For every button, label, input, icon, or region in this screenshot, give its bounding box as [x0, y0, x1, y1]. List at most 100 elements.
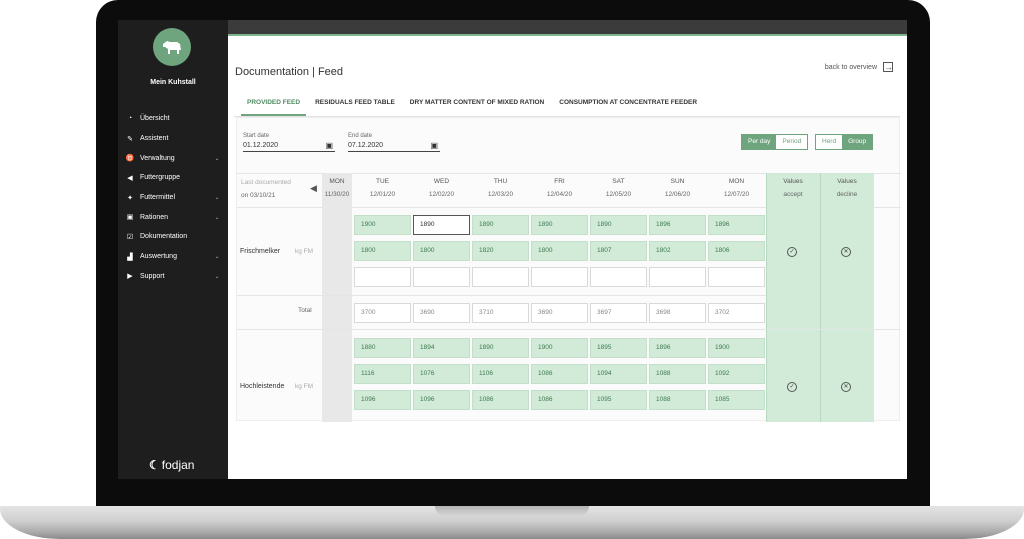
feed-value-input[interactable]: 1802 [649, 241, 706, 261]
feed-value-input[interactable] [531, 267, 588, 287]
feed-value-input[interactable]: 1890 [472, 215, 529, 235]
scope-button-group[interactable]: Group [842, 135, 873, 149]
cow-avatar-icon [163, 41, 181, 54]
total-value: 3702 [708, 303, 765, 323]
chevron-down-icon[interactable]: ⌄ [212, 194, 222, 201]
chevron-down-icon[interactable]: ⌄ [212, 273, 222, 280]
last-documented-text: Last documented [241, 179, 291, 186]
tab-consumption-at-concentrate-feeder[interactable]: CONSUMPTION AT CONCENTRATE FEEDER [553, 94, 703, 116]
feed-value-input[interactable]: 1880 [354, 338, 411, 358]
sidebar-item-futtergruppe[interactable]: ◀ Futtergruppe [124, 168, 222, 188]
feed-value-input[interactable]: 1896 [649, 215, 706, 235]
sidebar-item-übersicht[interactable]: ◔ Übersicht [124, 109, 222, 129]
feed-value-input[interactable] [708, 267, 765, 287]
feed-value-input[interactable]: 1116 [354, 364, 411, 384]
laptop-notch [435, 506, 589, 516]
feed-value-input[interactable]: 1806 [708, 241, 765, 261]
calendar-icon[interactable]: ▣ [430, 141, 438, 150]
feed-value-input[interactable] [649, 267, 706, 287]
feed-value-input[interactable]: 1890 [472, 338, 529, 358]
sidebar-item-auswertung[interactable]: ▟ Auswertung ⌄ [124, 247, 222, 267]
feed-value-input[interactable]: 1086 [531, 390, 588, 410]
decline-header: Values decline [820, 178, 874, 198]
feed-value-input[interactable]: 1900 [531, 338, 588, 358]
sidebar-item-label: Assistent [140, 135, 169, 143]
last-documented-label: Last documented on 03/10/21 [241, 179, 311, 199]
chevron-down-icon[interactable]: ⌄ [212, 214, 222, 221]
decline-x-icon[interactable]: ✕ [841, 247, 851, 257]
accept-check-icon[interactable]: ✓ [787, 247, 797, 257]
fodjan-logo-icon: ☾ [149, 458, 160, 472]
tab-dry-matter-content-of-mixed-ration[interactable]: DRY MATTER CONTENT OF MIXED RATION [404, 94, 550, 116]
feed-value-input[interactable]: 1894 [413, 338, 470, 358]
feed-value-input[interactable]: 1896 [649, 338, 706, 358]
feed-value-input[interactable]: 1820 [472, 241, 529, 261]
accept-check-icon[interactable]: ✓ [787, 382, 797, 392]
chevron-down-icon[interactable]: ⌄ [212, 253, 222, 260]
feed-value-input[interactable] [590, 267, 647, 287]
tab-provided-feed[interactable]: PROVIDED FEED [241, 94, 307, 116]
mode-button-per-day[interactable]: Per day [742, 135, 777, 149]
sidebar-item-label: Support [140, 272, 165, 280]
feed-value-input[interactable]: 1890 [531, 215, 588, 235]
feed-value-input[interactable]: 1095 [590, 390, 647, 410]
feed-value-input[interactable]: 1096 [354, 390, 411, 410]
sidebar-item-support[interactable]: ▶ Support ⌄ [124, 267, 222, 287]
total-row-top [237, 295, 766, 296]
sidebar-item-futtermittel[interactable]: ✦ Futtermittel ⌄ [124, 188, 222, 208]
scope-button-herd[interactable]: Herd [816, 135, 843, 149]
leaf-icon: ✦ [127, 194, 133, 202]
feed-value-input[interactable]: 1088 [649, 390, 706, 410]
chevron-down-icon[interactable]: ⌄ [212, 155, 222, 162]
back-to-overview-link[interactable]: back to overview → [825, 62, 893, 72]
feed-value-input[interactable] [413, 267, 470, 287]
cow-icon: ♉ [125, 155, 135, 163]
feed-value-input[interactable]: 1094 [590, 364, 647, 384]
play-icon: ▶ [127, 273, 133, 281]
feed-value-input[interactable]: 1076 [413, 364, 470, 384]
sidebar-item-label: Auswertung [140, 253, 177, 261]
feed-value-input[interactable]: 1086 [531, 364, 588, 384]
header-line: Values [783, 178, 803, 185]
gauge-icon: ◔ [127, 115, 133, 123]
sidebar-item-assistent[interactable]: ✎ Assistent [124, 129, 222, 149]
feed-value-input[interactable]: 1800 [531, 241, 588, 261]
previous-week-arrow[interactable]: ◀ [310, 183, 317, 194]
feed-value-input[interactable]: 1800 [354, 241, 411, 261]
start-date-picker[interactable]: Start date 01.12.2020 ▣ [243, 133, 335, 152]
group-name: Hochleistende [240, 383, 285, 390]
day-date: 12/03/20 [487, 191, 514, 198]
sidebar-item-dokumentation[interactable]: ☑ Dokumentation [124, 227, 222, 247]
feed-value-input[interactable] [472, 267, 529, 287]
feed-value-input[interactable]: 1085 [708, 390, 765, 410]
feed-value-input[interactable]: 1092 [708, 364, 765, 384]
total-value: 3710 [472, 303, 529, 323]
day-date: 11/30/20 [324, 191, 350, 198]
feed-value-input[interactable]: 1807 [590, 241, 647, 261]
sidebar-item-rationen[interactable]: ▣ Rationen ⌄ [124, 207, 222, 227]
feed-value-input[interactable]: 1890 [413, 215, 470, 235]
feed-value-input[interactable]: 1895 [590, 338, 647, 358]
feed-value-input[interactable]: 1890 [590, 215, 647, 235]
decline-x-icon[interactable]: ✕ [841, 382, 851, 392]
feed-value-input[interactable]: 1096 [413, 390, 470, 410]
feed-value-input[interactable] [354, 267, 411, 287]
wand-icon: ✎ [127, 135, 133, 143]
feed-value-input[interactable]: 1900 [354, 215, 411, 235]
feed-value-input[interactable]: 1900 [708, 338, 765, 358]
feed-value-input[interactable]: 1106 [472, 364, 529, 384]
sidebar-item-verwaltung[interactable]: ♉ Verwaltung ⌄ [124, 148, 222, 168]
avatar[interactable] [153, 28, 191, 66]
feed-value-input[interactable]: 1800 [413, 241, 470, 261]
feed-value-input[interactable]: 1086 [472, 390, 529, 410]
feed-value-input[interactable]: 1896 [708, 215, 765, 235]
calendar-icon[interactable]: ▣ [325, 141, 333, 150]
app-screen: Mein Kuhstall ◔ Übersicht ✎ Assistent ♉ Verwa… [118, 20, 907, 479]
tab-residuals-feed-table[interactable]: RESIDUALS FEED TABLE [309, 94, 401, 116]
end-date-picker[interactable]: End date 07.12.2020 ▣ [348, 133, 440, 152]
fodjan-logo: ☾ fodjan [149, 458, 195, 472]
feed-value-input[interactable]: 1088 [649, 364, 706, 384]
total-label: Total [298, 307, 312, 314]
sidebar-item-label: Rationen [140, 213, 169, 221]
mode-button-period[interactable]: Period [776, 135, 808, 149]
